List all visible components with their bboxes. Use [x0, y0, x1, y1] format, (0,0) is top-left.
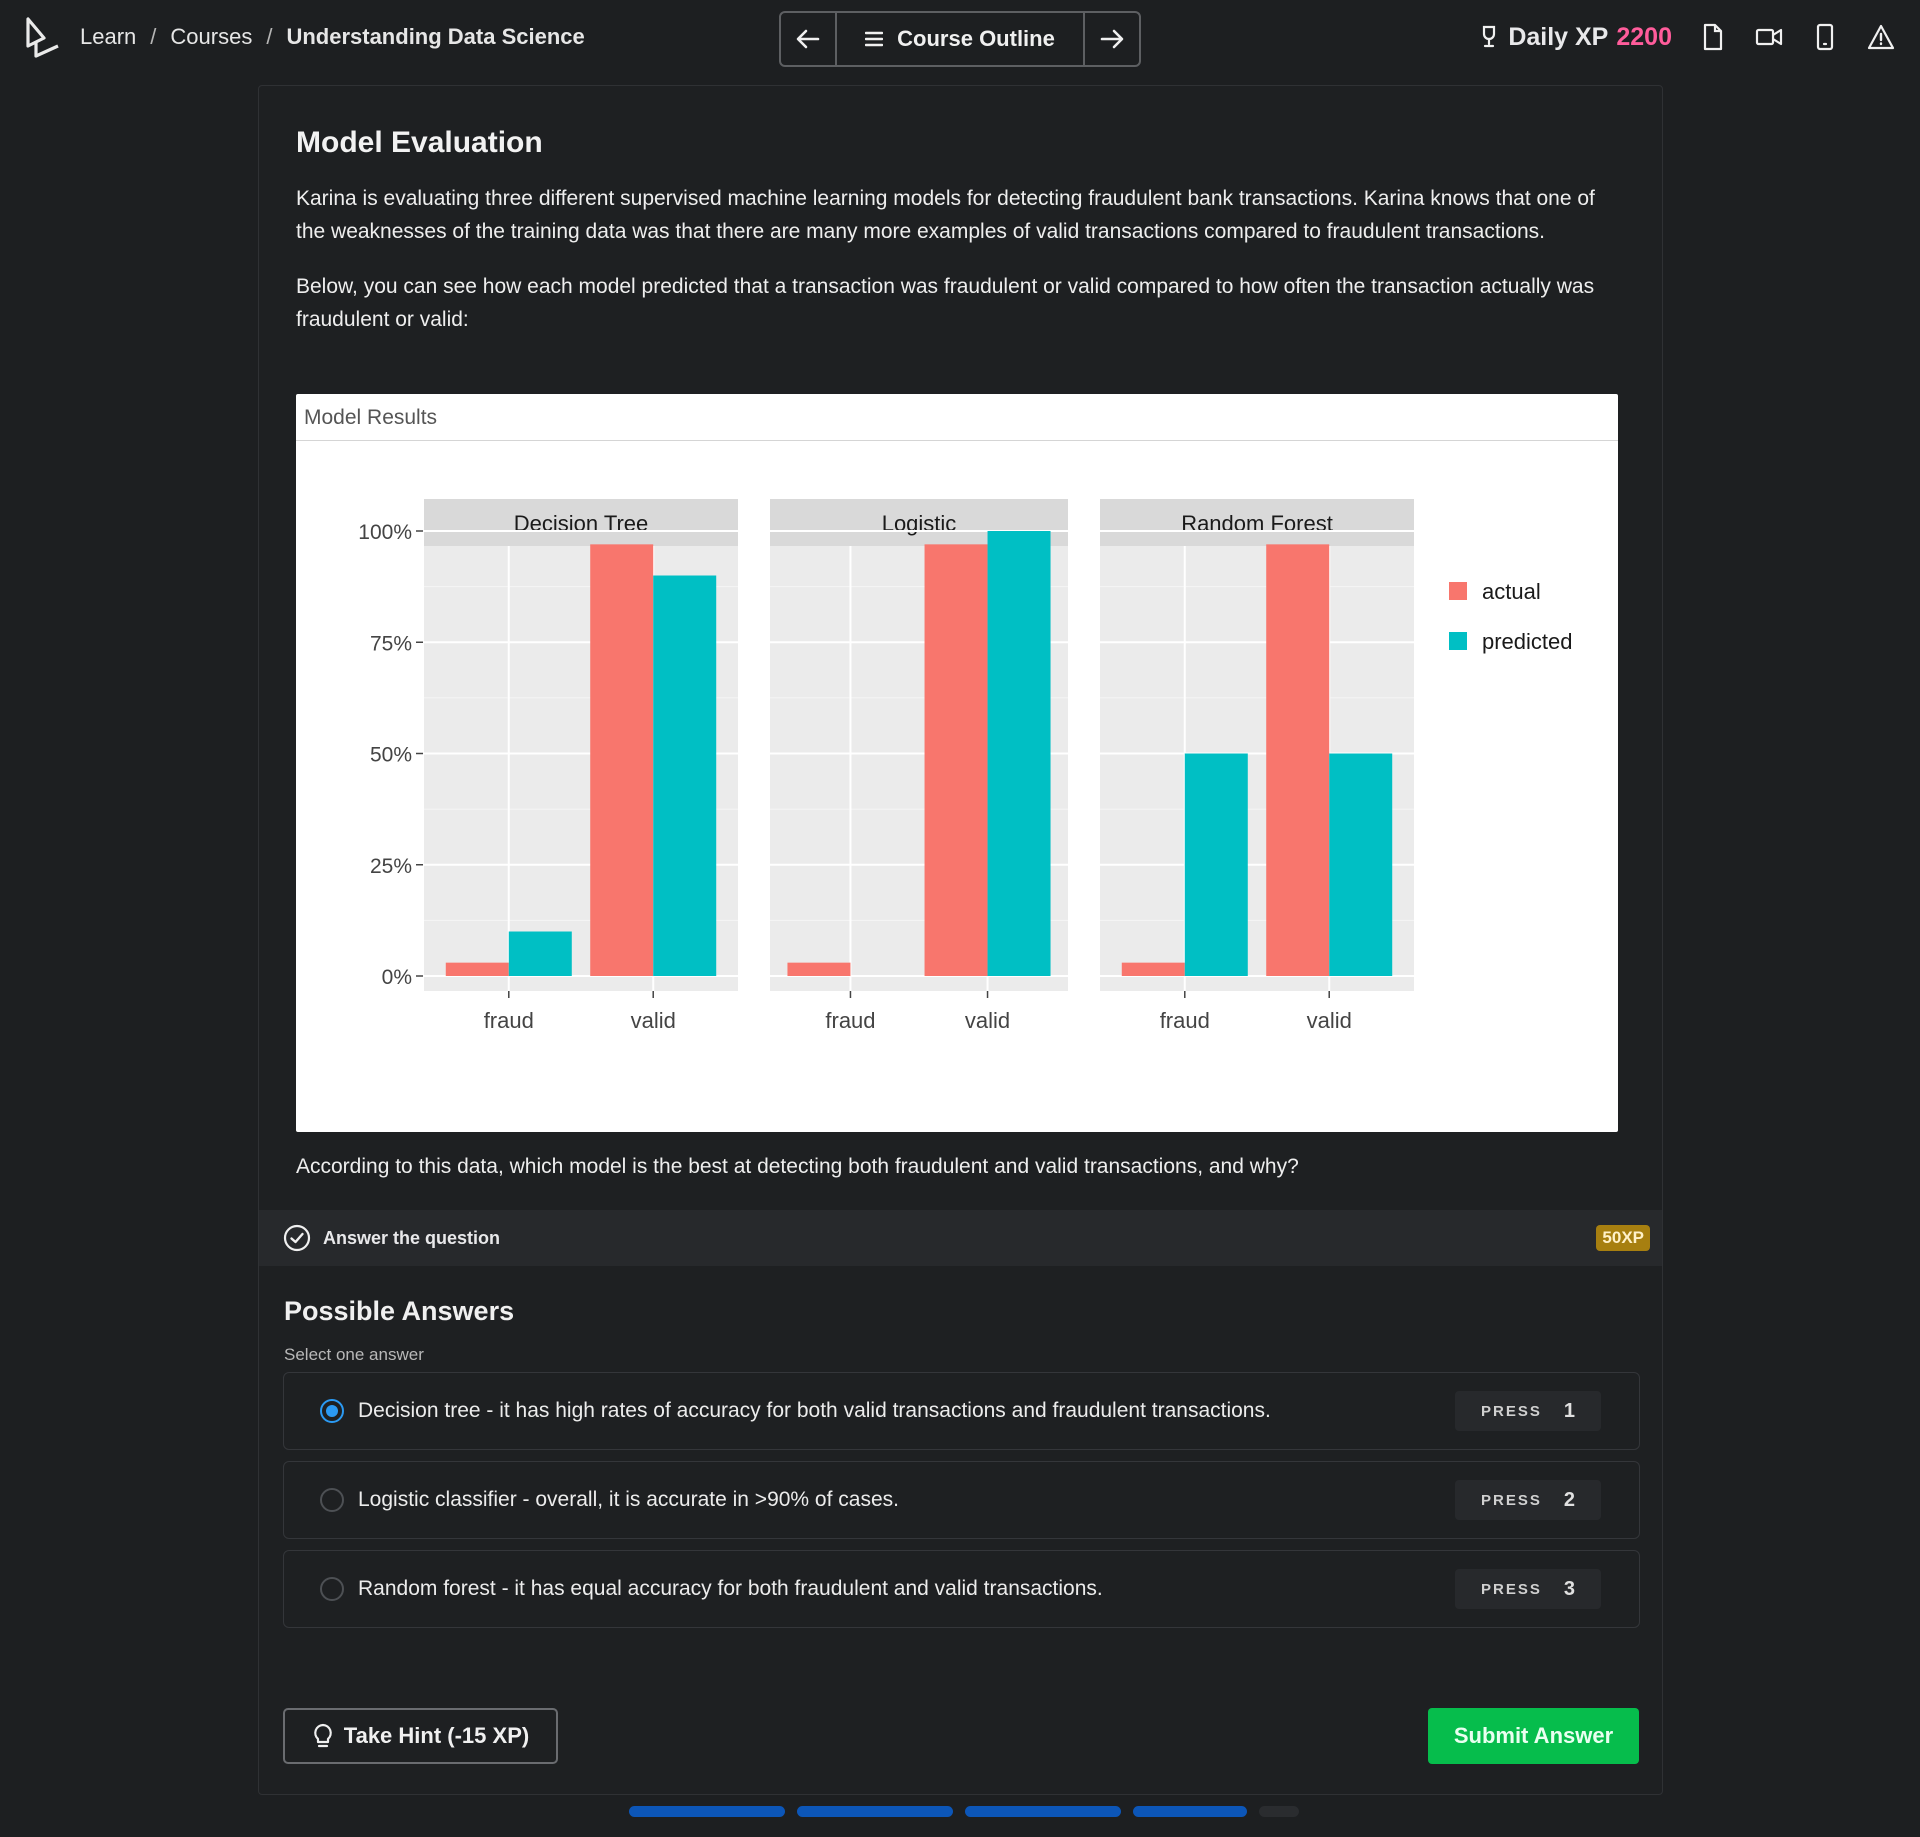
exercise-paragraph-2: Below, you can see how each model predic…	[296, 275, 1595, 331]
breadcrumb-courses[interactable]: Courses	[170, 24, 252, 50]
breadcrumb-separator: /	[150, 24, 157, 49]
mobile-icon[interactable]	[1810, 20, 1840, 54]
legend-swatch-actual	[1449, 582, 1467, 600]
answer-option-1[interactable]: Decision tree - it has high rates of acc…	[283, 1372, 1640, 1450]
keyboard-shortcut-badge: PRESS 3	[1455, 1569, 1601, 1609]
arrow-right-icon	[1100, 29, 1124, 49]
exercise-title: Model Evaluation	[296, 126, 543, 159]
answer-the-question-bar: Answer the question 50XP	[259, 1210, 1662, 1266]
bar-predicted-fraud	[1184, 753, 1248, 976]
bar-predicted-fraud	[508, 931, 572, 976]
bar-actual-valid	[590, 544, 654, 976]
trophy-icon	[1483, 25, 1496, 48]
answer-the-question-label: Answer the question	[323, 1227, 501, 1248]
bar-actual-valid	[924, 544, 988, 976]
answer-option-text: Random forest - it has equal accuracy fo…	[358, 1577, 1103, 1600]
bar-predicted-valid	[653, 575, 717, 976]
exercise-panel: Model Evaluation Karina is evaluating th…	[258, 85, 1663, 1795]
progress-segment	[629, 1806, 785, 1817]
press-label: PRESS	[1481, 1491, 1542, 1509]
breadcrumb: Learn / Courses / Understanding Data Sci…	[80, 24, 585, 50]
exercise-paragraph-1: Karina is evaluating three different sup…	[296, 187, 1595, 243]
bar-actual-fraud	[1121, 962, 1185, 976]
course-navigation: Course Outline	[779, 11, 1141, 67]
bar-predicted-valid	[987, 531, 1051, 976]
facet-title: Random Forest	[1181, 511, 1333, 536]
keyboard-shortcut-badge: PRESS 1	[1455, 1391, 1601, 1431]
exercise-content: Model Evaluation Karina is evaluating th…	[296, 126, 1626, 358]
top-right-tools: Daily XP 2200	[1478, 20, 1896, 54]
x-tick-label: valid	[965, 1008, 1010, 1033]
datacamp-logo-icon[interactable]	[24, 16, 62, 60]
take-hint-button[interactable]: Take Hint (-15 XP)	[283, 1708, 558, 1764]
legend-label-actual: actual	[1482, 579, 1541, 604]
x-tick-label: fraud	[825, 1008, 875, 1033]
shortcut-key: 3	[1563, 1577, 1575, 1600]
possible-answers-heading: Possible Answers	[284, 1296, 515, 1326]
check-circle-icon	[283, 1224, 311, 1252]
y-tick-label: 25%	[370, 855, 412, 878]
press-label: PRESS	[1481, 1580, 1542, 1598]
radio-button-selected[interactable]	[320, 1399, 344, 1423]
daily-xp[interactable]: Daily XP 2200	[1478, 23, 1672, 52]
bar-actual-fraud	[787, 962, 851, 976]
exercise-progress-bar	[629, 1806, 1299, 1817]
course-outline-button[interactable]: Course Outline	[837, 13, 1083, 65]
y-tick-label: 0%	[382, 966, 412, 989]
progress-segment	[797, 1806, 953, 1817]
progress-segment	[1133, 1806, 1247, 1817]
answer-option-text: Logistic classifier - overall, it is acc…	[358, 1488, 899, 1511]
bar-actual-valid	[1266, 544, 1330, 976]
arrow-left-icon	[796, 29, 820, 49]
previous-exercise-button[interactable]	[781, 13, 837, 65]
take-hint-label: Take Hint (-15 XP)	[343, 1723, 530, 1748]
top-bar: Learn / Courses / Understanding Data Sci…	[0, 0, 1920, 78]
answer-option-text: Decision tree - it has high rates of acc…	[358, 1399, 1271, 1422]
breadcrumb-current-course[interactable]: Understanding Data Science	[286, 24, 584, 50]
y-tick-label: 100%	[358, 521, 412, 544]
breadcrumb-separator: /	[266, 24, 273, 49]
press-label: PRESS	[1481, 1402, 1542, 1420]
x-tick-label: fraud	[1160, 1008, 1210, 1033]
report-issue-icon[interactable]	[1866, 20, 1896, 54]
x-tick-label: fraud	[484, 1008, 534, 1033]
figure-title: Model Results	[296, 394, 1618, 441]
video-icon[interactable]	[1754, 20, 1784, 54]
radio-button[interactable]	[320, 1577, 344, 1601]
keyboard-shortcut-badge: PRESS 2	[1455, 1480, 1601, 1520]
shortcut-key: 1	[1563, 1399, 1575, 1422]
question-text: According to this data, which model is t…	[296, 1155, 1299, 1178]
submit-answer-button[interactable]: Submit Answer	[1428, 1708, 1639, 1764]
model-results-chart: Percentage Observations0%25%50%75%100%De…	[358, 499, 1573, 1033]
answer-option-3[interactable]: Random forest - it has equal accuracy fo…	[283, 1550, 1640, 1628]
legend-label-predicted: predicted	[1482, 629, 1573, 654]
shortcut-key: 2	[1563, 1488, 1575, 1511]
answer-option-2[interactable]: Logistic classifier - overall, it is acc…	[283, 1461, 1640, 1539]
x-tick-label: valid	[1307, 1008, 1352, 1033]
y-tick-label: 50%	[370, 744, 412, 767]
xp-badge: 50XP	[1596, 1225, 1650, 1251]
progress-segment	[1259, 1806, 1299, 1817]
slides-icon[interactable]	[1698, 20, 1728, 54]
bar-actual-fraud	[445, 962, 509, 976]
facet-title: Logistic	[882, 511, 957, 536]
next-exercise-button[interactable]	[1083, 13, 1139, 65]
progress-segment	[965, 1806, 1121, 1817]
y-tick-label: 75%	[370, 632, 412, 655]
daily-xp-value: 2200	[1616, 22, 1672, 51]
daily-xp-label: Daily XP	[1508, 22, 1609, 51]
lightbulb-icon	[313, 1723, 332, 1748]
select-one-instruction: Select one answer	[284, 1345, 424, 1364]
radio-button[interactable]	[320, 1488, 344, 1512]
facet-title: Decision Tree	[514, 511, 649, 536]
breadcrumb-learn[interactable]: Learn	[80, 24, 136, 50]
bar-predicted-valid	[1329, 753, 1393, 976]
model-results-figure: Model Results Percentage Observations0%2…	[296, 394, 1618, 1132]
legend-swatch-predicted	[1449, 632, 1467, 650]
course-outline-label: Course Outline	[897, 26, 1055, 51]
menu-icon	[865, 31, 884, 47]
x-tick-label: valid	[631, 1008, 676, 1033]
